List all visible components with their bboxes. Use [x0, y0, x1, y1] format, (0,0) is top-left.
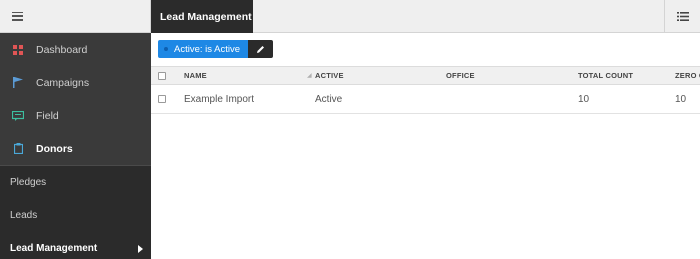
pencil-icon — [257, 45, 264, 53]
edit-filter-button[interactable] — [248, 40, 273, 58]
column-header-name[interactable]: NAME — [184, 67, 207, 84]
cell-zero-count: 10 — [675, 93, 687, 105]
sidebar-item-dashboard[interactable]: Dashboard — [0, 33, 151, 66]
sidebar-item-label: Field — [36, 109, 59, 122]
sidebar-header — [0, 0, 151, 33]
sidebar-subitem-leads[interactable]: Leads — [0, 199, 151, 232]
sort-icon: ◢ — [307, 73, 312, 79]
sidebar-subitem-label: Lead Management — [10, 243, 98, 254]
page-title: Lead Management — [151, 0, 253, 33]
table-header: NAME ◢ ACTIVE OFFICE TOTAL COUNT ZERO C — [151, 66, 700, 85]
sidebar-item-donors[interactable]: Donors — [0, 132, 151, 165]
sidebar-subitem-label: Leads — [10, 210, 38, 221]
select-all-checkbox[interactable] — [158, 71, 166, 80]
top-bar: Lead Management — [151, 0, 700, 33]
table-row[interactable]: Example Import Active 10 10 — [151, 85, 700, 114]
column-header-zero-count[interactable]: ZERO C — [675, 67, 700, 84]
primary-nav: Dashboard Campaigns Field Donors — [0, 33, 151, 166]
sidebar: Dashboard Campaigns Field Donors Pledges… — [0, 0, 151, 259]
list-icon — [676, 12, 689, 21]
sidebar-item-label: Dashboard — [36, 43, 88, 56]
sidebar-item-field[interactable]: Field — [0, 99, 151, 132]
sidebar-item-label: Donors — [36, 142, 73, 155]
column-header-office[interactable]: OFFICE — [446, 67, 475, 84]
sidebar-item-campaigns[interactable]: Campaigns — [0, 66, 151, 99]
data-table: NAME ◢ ACTIVE OFFICE TOTAL COUNT ZERO C … — [151, 66, 700, 114]
filter-chip-label: Active: is Active — [174, 43, 240, 55]
cell-name: Example Import — [184, 93, 255, 105]
sidebar-subitem-lead-management[interactable]: Lead Management — [0, 232, 151, 259]
remove-filter-icon[interactable] — [164, 47, 168, 51]
cell-active: Active — [315, 93, 343, 105]
sidebar-item-label: Campaigns — [36, 76, 90, 89]
column-header-total-count[interactable]: TOTAL COUNT — [578, 67, 633, 84]
chevron-right-icon — [138, 244, 143, 253]
clipboard-icon — [0, 143, 36, 154]
row-checkbox[interactable] — [158, 95, 166, 103]
list-view-button[interactable] — [664, 0, 700, 33]
sidebar-subitem-pledges[interactable]: Pledges — [0, 166, 151, 199]
filter-bar: Active: is Active — [158, 40, 273, 58]
cell-total-count: 10 — [578, 93, 590, 105]
filter-chip[interactable]: Active: is Active — [158, 40, 248, 58]
flag-icon — [0, 77, 36, 88]
message-icon — [0, 110, 36, 121]
column-header-active[interactable]: ACTIVE — [315, 67, 344, 84]
sidebar-subitem-label: Pledges — [10, 177, 47, 188]
dashboard-icon — [0, 44, 36, 55]
menu-icon[interactable] — [12, 11, 23, 21]
